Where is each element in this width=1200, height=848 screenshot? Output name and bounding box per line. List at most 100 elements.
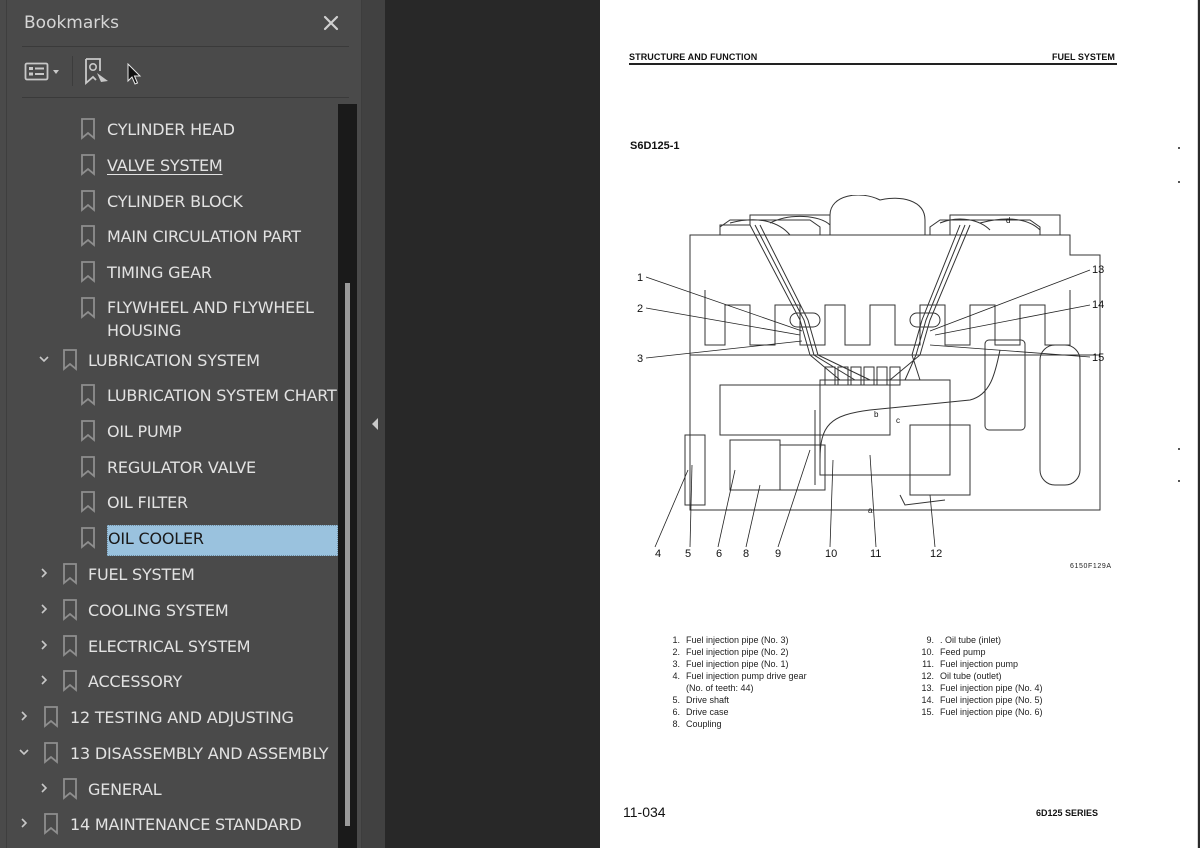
chevron-right-icon[interactable] [38,567,50,579]
injection-pipes-left [749,224,871,381]
bookmark-item[interactable]: 12 TESTING AND ADJUSTING [0,700,338,734]
bookmark-item[interactable]: MAIN CIRCULATION PART [0,219,338,253]
legend-number: 11. [922,659,934,669]
bookmark-item[interactable]: OIL PUMP [0,414,338,448]
callout-6: 6 [716,548,722,560]
fuel-system-diagram: 1 2 3 4 5 6 8 9 10 11 12 13 14 15 a b c … [637,195,1104,560]
bookmarks-panel: Bookmarks CYLINDER HEAD VALVE SYSTEM CYLIN… [0,0,362,848]
bookmark-search-icon [85,58,108,85]
document-page: STRUCTURE AND FUNCTION FUEL SYSTEM S6D12… [600,0,1200,848]
bookmark-item[interactable]: FUEL SYSTEM [0,557,338,591]
bookmark-item[interactable]: 14 MAINTENANCE STANDARD [0,807,338,841]
bookmark-icon [81,384,95,406]
bookmark-icon [81,297,95,319]
chevron-right-icon[interactable] [38,603,50,615]
bookmark-icon [81,420,95,442]
chevron-right-icon[interactable] [38,674,50,686]
chevron-right-icon[interactable] [18,817,30,829]
header-rule [629,63,1117,65]
scrollbar-thumb[interactable] [345,283,350,826]
bookmark-label: FUEL SYSTEM [88,565,195,584]
callout-2: 2 [637,303,643,315]
oil-tube-outlet [899,494,946,506]
chevron-down-icon[interactable] [38,353,50,365]
chevron-right-icon[interactable] [38,782,50,794]
bookmark-icon [63,778,77,800]
divider [22,97,349,98]
bookmark-item[interactable]: TIMING GEAR [0,255,338,289]
chevron-right-icon[interactable] [18,710,30,722]
bookmark-item[interactable]: 13 DISASSEMBLY AND ASSEMBLY [0,736,338,770]
legend-text: Drive shaft [686,695,730,705]
bookmark-item[interactable]: CYLINDER HEAD [0,112,338,146]
flow-mark-a: a [868,506,873,515]
coupling [779,444,826,491]
bookmark-item[interactable]: REGULATOR VALVE [0,450,338,484]
chevron-right-icon[interactable] [38,639,50,651]
bookmark-label: CYLINDER HEAD [107,120,235,139]
legend-text: . Oil tube (inlet) [940,635,1002,645]
legend-text-continued: (No. of teeth: 44) [686,683,754,693]
parts-legend-right: 9. . Oil tube (inlet) 10. Feed pump 11. Fuel … [916,634,1043,718]
bookmark-icon [81,261,95,283]
collapse-panel-button[interactable] [370,416,380,432]
legend-number: 10. [921,647,934,657]
legend-number: 15. [921,707,934,717]
oil-filter [1039,344,1081,486]
callout-15: 15 [1092,352,1104,364]
bookmark-label: ELECTRICAL SYSTEM [88,637,251,656]
bookmark-options-button[interactable] [24,60,66,84]
bookmark-label: MAIN CIRCULATION PART [107,227,301,246]
bookmark-label: 12 TESTING AND ADJUSTING [70,708,294,727]
legend-text: Fuel injection pump [940,659,1019,669]
callout-11: 11 [870,548,881,560]
legend-item: 3. Fuel injection pipe (No. 1) [662,658,807,670]
close-icon [323,15,339,31]
bookmark-item[interactable]: LUBRICATION SYSTEM CHART [0,378,338,412]
find-current-bookmark-button[interactable] [83,57,111,87]
legend-item: 10. Feed pump [916,646,1043,658]
toolbar-separator [72,56,73,86]
bookmark-item[interactable]: GENERAL [0,772,338,806]
bookmark-item[interactable]: OIL FILTER [0,485,338,519]
bookmark-icon [81,527,95,549]
legend-text: Drive case [686,707,729,717]
legend-text: Fuel injection pipe (No. 2) [686,647,789,657]
bookmark-label: REGULATOR VALVE [107,458,256,477]
page-header-section: STRUCTURE AND FUNCTION [629,52,758,62]
legend-item: 8. Coupling [662,718,807,730]
list-options-icon [24,62,59,81]
bookmark-label: OIL COOLER [107,525,338,556]
bookmark-item[interactable]: OIL COOLER [0,521,338,556]
legend-text: Fuel injection pipe (No. 3) [686,635,789,645]
bookmark-icon [81,190,95,212]
legend-text: Feed pump [940,647,986,657]
side-cover [719,384,891,436]
flow-mark-c: c [896,416,900,425]
bookmark-item[interactable]: ELECTRICAL SYSTEM [0,629,338,663]
bookmark-icon [81,491,95,513]
bookmark-label: OIL FILTER [107,493,188,512]
bookmark-item[interactable]: CYLINDER BLOCK [0,184,338,218]
bookmark-icon [81,118,95,140]
legend-item: 14. Fuel injection pipe (No. 5) [916,694,1042,706]
callout-3: 3 [637,353,643,365]
legend-item: 1. Fuel injection pipe (No. 3) [662,634,807,646]
injection-pipes-right [889,224,971,381]
legend-item: 11. Fuel injection pump [916,658,1043,670]
bookmark-item[interactable]: FLYWHEEL AND FLYWHEEL HOUSING [0,291,338,340]
chevron-down-icon[interactable] [18,746,30,758]
bookmark-item[interactable]: COOLING SYSTEM [0,593,338,627]
bookmark-item[interactable]: LUBRICATION SYSTEM [0,343,338,377]
bookmark-item[interactable]: VALVE SYSTEM [0,148,338,182]
legend-item: 5. Drive shaft [662,694,807,706]
bookmark-item[interactable]: ACCESSORY [0,664,338,698]
callout-14: 14 [1092,299,1104,311]
bookmark-label: VALVE SYSTEM [107,156,223,175]
drive-case [729,439,781,491]
bookmark-label: LUBRICATION SYSTEM CHART [107,386,337,405]
legend-text: Fuel injection pipe (No. 6) [940,707,1043,717]
legend-number: 4. [672,671,680,681]
close-panel-button[interactable] [319,11,343,35]
bookmark-label: 14 MAINTENANCE STANDARD [70,815,302,834]
